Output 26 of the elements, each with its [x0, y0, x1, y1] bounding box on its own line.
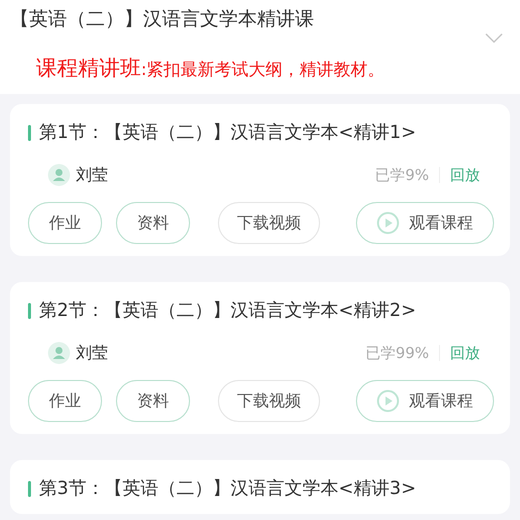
- lesson-title: 第3节：【英语（二）】汉语言文学本<精讲3>: [39, 477, 416, 501]
- action-button[interactable]: 资料: [116, 380, 190, 422]
- teacher-name: 刘莹: [76, 342, 108, 364]
- course-title: 【英语（二）】汉语言文学本精讲课: [10, 7, 315, 32]
- action-button[interactable]: 资料: [116, 202, 190, 244]
- accent-bar: [28, 303, 31, 319]
- accent-bar: [28, 481, 31, 497]
- lesson-title: 第1节：【英语（二）】汉语言文学本<精讲1>: [39, 121, 416, 145]
- banner-title: 课程精讲班: [36, 55, 141, 82]
- action-button[interactable]: 下载视频: [218, 202, 320, 244]
- watch-button[interactable]: 观看课程: [356, 202, 494, 244]
- action-button[interactable]: 作业: [28, 380, 102, 422]
- progress-text: 已学9%: [375, 166, 429, 184]
- action-button[interactable]: 作业: [28, 202, 102, 244]
- person-icon: [48, 342, 70, 364]
- teacher-name: 刘莹: [76, 164, 108, 186]
- action-button[interactable]: 下载视频: [218, 380, 320, 422]
- play-icon: [377, 212, 399, 234]
- banner-text: :紧扣最新考试大纲，精讲教材。: [141, 59, 385, 81]
- person-icon: [48, 164, 70, 186]
- play-icon: [377, 390, 399, 412]
- watch-button[interactable]: 观看课程: [356, 380, 494, 422]
- lesson-title: 第2节：【英语（二）】汉语言文学本<精讲2>: [39, 299, 416, 323]
- chevron-down-icon[interactable]: [484, 32, 504, 44]
- accent-bar: [28, 125, 31, 141]
- progress-text: 已学99%: [366, 344, 429, 362]
